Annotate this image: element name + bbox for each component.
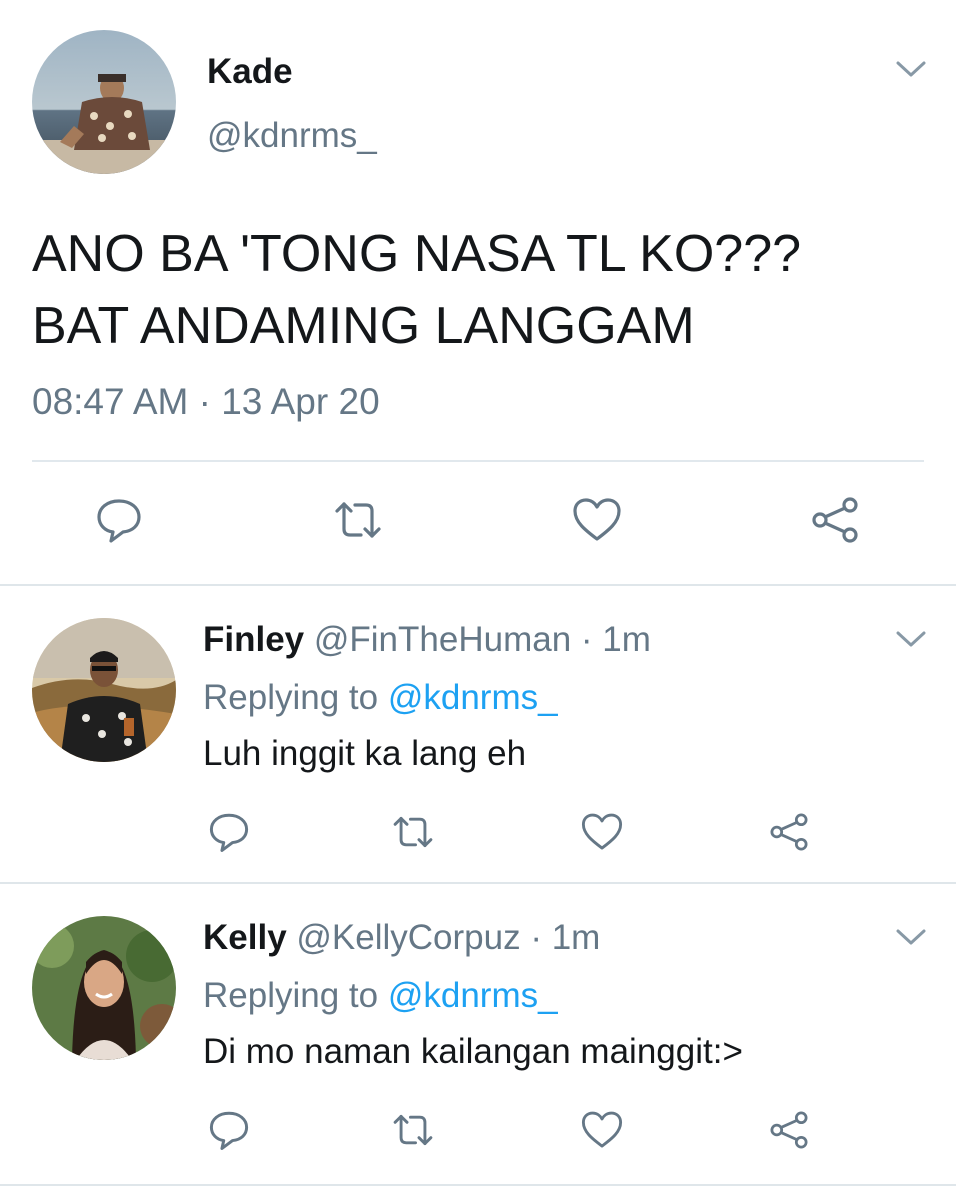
like-icon[interactable] xyxy=(579,809,625,855)
retweet-icon[interactable] xyxy=(390,1107,436,1153)
share-icon[interactable] xyxy=(808,493,862,547)
reply-header: Finley @FinTheHuman · 1m xyxy=(203,620,651,660)
reply-time[interactable]: 1m xyxy=(552,918,601,957)
author-handle[interactable]: @kdnrms_ xyxy=(207,116,377,156)
meta-separator: · xyxy=(188,381,222,422)
tweet-text: ANO BA 'TONG NASA TL KO??? BAT ANDAMING … xyxy=(32,218,932,362)
avatar[interactable] xyxy=(32,916,176,1060)
main-tweet: Kade @kdnrms_ ANO BA 'TONG NASA TL KO???… xyxy=(0,0,956,585)
tweet-text-line: BAT ANDAMING LANGGAM xyxy=(32,297,695,355)
replying-to-label: Replying to xyxy=(203,976,388,1015)
replying-to: Replying to @kdnrms_ xyxy=(203,976,558,1016)
like-icon[interactable] xyxy=(570,493,624,547)
chevron-down-icon[interactable] xyxy=(894,628,928,650)
replying-to-label: Replying to xyxy=(203,678,388,717)
reply-text: Di mo naman kailangan mainggit:> xyxy=(203,1032,743,1071)
reply-time[interactable]: 1m xyxy=(602,620,651,659)
reply-icon[interactable] xyxy=(92,493,146,547)
retweet-icon[interactable] xyxy=(331,493,385,547)
share-icon[interactable] xyxy=(766,809,812,855)
reply-icon[interactable] xyxy=(206,1107,252,1153)
share-icon[interactable] xyxy=(766,1107,812,1153)
author-name[interactable]: Kelly xyxy=(203,918,287,957)
tweet-timestamp[interactable]: 08:47 AM · 13 Apr 20 xyxy=(32,381,380,423)
reply-text: Luh inggit ka lang eh xyxy=(203,734,527,773)
reply-tweet[interactable]: Finley @FinTheHuman · 1m Replying to @kd… xyxy=(0,586,956,882)
chevron-down-icon[interactable] xyxy=(894,58,928,80)
meta-separator: · xyxy=(520,918,552,957)
action-bar xyxy=(0,490,956,550)
tweet-thread: Kade @kdnrms_ ANO BA 'TONG NASA TL KO???… xyxy=(0,0,956,1200)
author-handle[interactable]: @FinTheHuman xyxy=(314,620,571,659)
replying-to-mention[interactable]: @kdnrms_ xyxy=(388,976,558,1015)
avatar[interactable] xyxy=(32,618,176,762)
author-name[interactable]: Kade xyxy=(207,52,293,92)
divider xyxy=(0,1184,956,1186)
reply-tweet[interactable]: Kelly @KellyCorpuz · 1m Replying to @kdn… xyxy=(0,884,956,1184)
tweet-time: 08:47 AM xyxy=(32,381,189,422)
tweet-text-line: ANO BA 'TONG NASA TL KO??? xyxy=(32,225,802,283)
chevron-down-icon[interactable] xyxy=(894,926,928,948)
reply-header: Kelly @KellyCorpuz · 1m xyxy=(203,918,600,958)
retweet-icon[interactable] xyxy=(390,809,436,855)
meta-separator: · xyxy=(571,620,603,659)
reply-icon[interactable] xyxy=(206,809,252,855)
like-icon[interactable] xyxy=(579,1107,625,1153)
author-name[interactable]: Finley xyxy=(203,620,304,659)
tweet-date: 13 Apr 20 xyxy=(221,381,380,422)
author-handle[interactable]: @KellyCorpuz xyxy=(296,918,520,957)
replying-to-mention[interactable]: @kdnrms_ xyxy=(388,678,558,717)
avatar[interactable] xyxy=(32,30,176,174)
divider xyxy=(32,460,924,462)
replying-to: Replying to @kdnrms_ xyxy=(203,678,558,718)
